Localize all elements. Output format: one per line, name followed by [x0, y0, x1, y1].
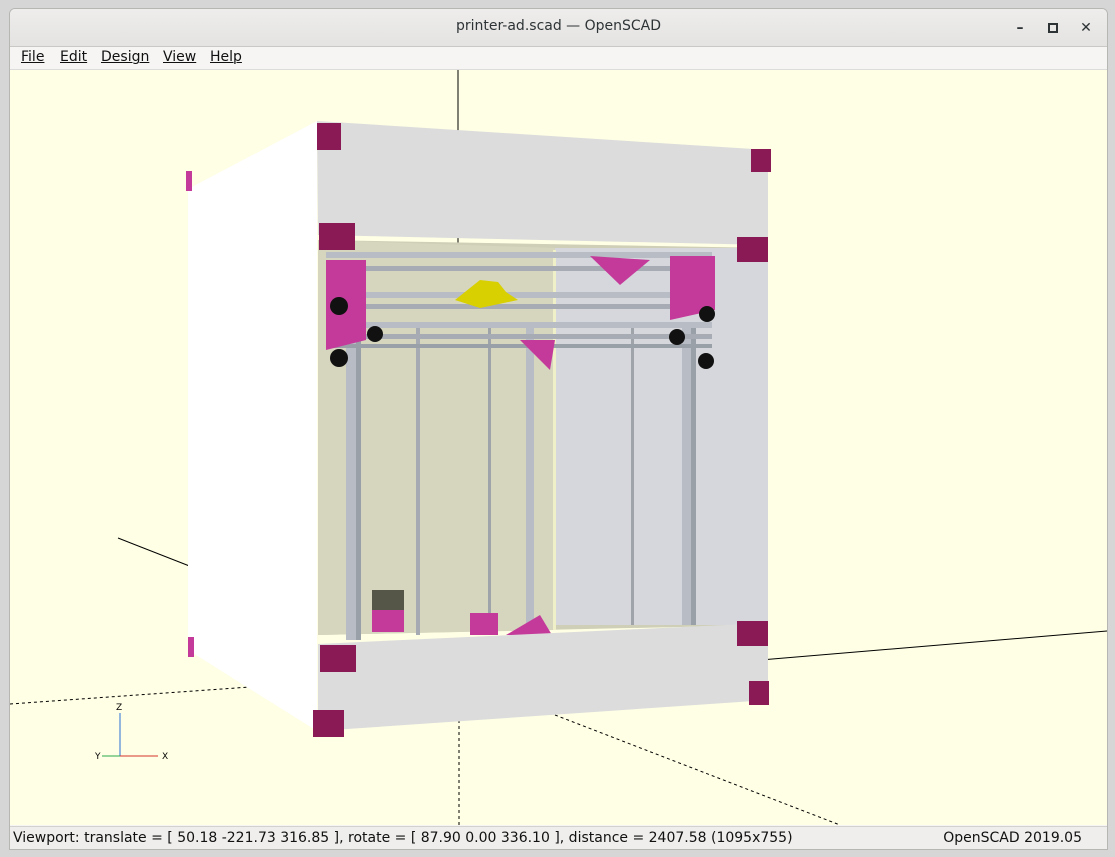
version-label: OpenSCAD 2019.05	[943, 830, 1082, 846]
left-side-panel	[188, 121, 317, 731]
maximize-button[interactable]	[1041, 16, 1065, 40]
axis-label-x: X	[162, 752, 168, 762]
menu-help[interactable]: Help	[210, 49, 242, 65]
axis-label-z: Z	[116, 703, 122, 713]
3d-viewport[interactable]: Z Y X	[10, 70, 1107, 825]
menu-file[interactable]: File	[21, 49, 44, 65]
bottom-panel	[318, 623, 768, 731]
menu-edit[interactable]: Edit	[60, 49, 87, 65]
corner-block-left-top	[186, 171, 192, 191]
printer-interior	[318, 240, 768, 640]
maximize-icon	[1048, 23, 1058, 33]
axis-label-y: Y	[94, 752, 101, 762]
window-title: printer-ad.scad — OpenSCAD	[455, 18, 662, 34]
close-button[interactable]: ✕	[1074, 16, 1098, 40]
render-canvas[interactable]: Z Y X	[10, 70, 1107, 825]
corner-block-left-bottom	[188, 637, 194, 657]
viewport-status: Viewport: translate = [ 50.18 -221.73 31…	[13, 830, 793, 846]
axis-gizmo: Z Y X	[94, 703, 168, 762]
minimize-button[interactable]: –	[1008, 16, 1032, 40]
top-panel	[317, 121, 768, 245]
menu-bar: File Edit Design View Help	[10, 47, 1107, 70]
title-bar[interactable]: printer-ad.scad — OpenSCAD – ✕	[10, 9, 1107, 47]
status-bar: Viewport: translate = [ 50.18 -221.73 31…	[10, 826, 1107, 849]
menu-design[interactable]: Design	[101, 49, 149, 65]
openscad-window: printer-ad.scad — OpenSCAD – ✕ File Edit…	[9, 8, 1108, 850]
menu-view[interactable]: View	[163, 49, 196, 65]
